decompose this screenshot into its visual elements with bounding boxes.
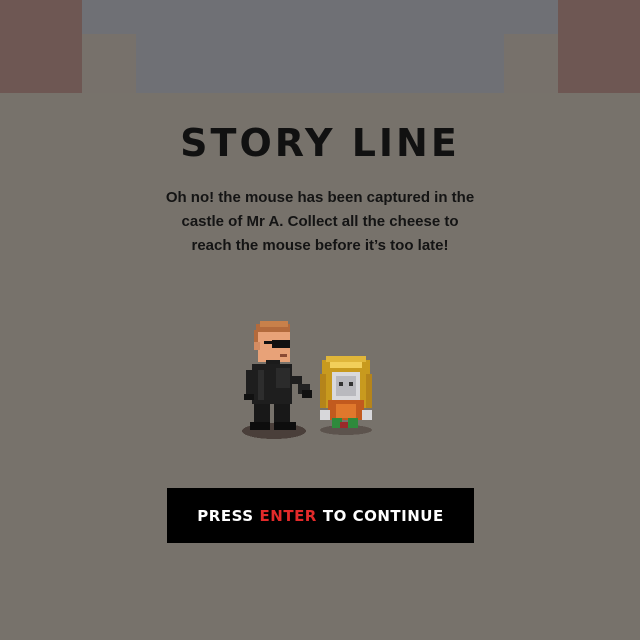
- characters-illustration: [242, 321, 372, 439]
- press-enter-prompt[interactable]: PRESS ENTER TO CONTINUE: [167, 488, 474, 543]
- story-title: STORY LINE: [180, 121, 460, 165]
- story-line-1: Oh no! the mouse has been captured in th…: [165, 189, 475, 206]
- villain-mr-a-sprite: [242, 321, 312, 439]
- story-line-3: reach the mouse before it’s too late!: [191, 237, 449, 254]
- story-line-2: castle of Mr A. Collect all the cheese t…: [181, 213, 459, 230]
- story-text: Oh no! the mouse has been captured in th…: [120, 186, 520, 258]
- captured-mouse-sprite: [320, 356, 372, 435]
- prompt-suffix: TO CONTINUE: [322, 506, 444, 525]
- prompt-enter-key: ENTER: [259, 506, 317, 525]
- wall-block-center: [136, 0, 504, 93]
- prompt-prefix: PRESS: [197, 506, 254, 525]
